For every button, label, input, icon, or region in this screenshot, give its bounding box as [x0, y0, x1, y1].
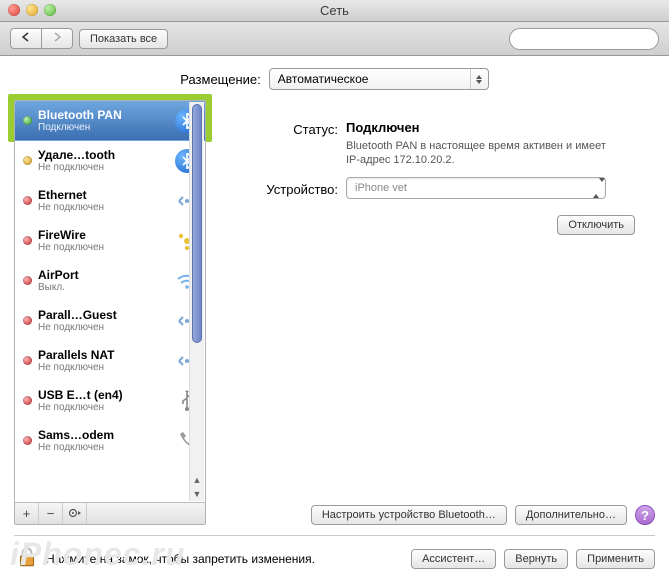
status-dot-icon	[23, 156, 32, 165]
sidebar-item[interactable]: USB E…t (en4)Не подключен	[15, 381, 205, 421]
sidebar-item[interactable]: Parallels NATНе подключен	[15, 341, 205, 381]
content: Размещение: Автоматическое Bluetooth PAN…	[0, 56, 669, 579]
titlebar: Сеть	[0, 0, 669, 22]
sidebar-item[interactable]: Sams…odemНе подключен	[15, 421, 205, 461]
interface-name: Bluetooth PAN	[38, 109, 169, 122]
advanced-button[interactable]: Дополнительно…	[515, 505, 627, 525]
interface-name: Parall…Guest	[38, 309, 169, 322]
device-value: iPhone vet	[355, 182, 407, 194]
interface-status: Не подключен	[38, 402, 169, 413]
status-dot-icon	[23, 236, 32, 245]
interface-name: Ethernet	[38, 189, 169, 202]
interface-name: Sams…odem	[38, 429, 169, 442]
main-area: Bluetooth PANПодключенУдале…toothНе подк…	[14, 100, 655, 525]
lock-text: Нажмите на замок, чтобы запретить измене…	[46, 552, 315, 566]
configure-bluetooth-button[interactable]: Настроить устройство Bluetooth…	[311, 505, 507, 525]
sidebar-item[interactable]: Удале…toothНе подключен	[15, 141, 205, 181]
nav-segment	[10, 28, 73, 49]
interface-status: Не подключен	[38, 442, 169, 453]
status-dot-icon	[23, 116, 32, 125]
chevron-updown-icon	[593, 182, 605, 194]
lock-row: Нажмите на замок, чтобы запретить измене…	[14, 544, 655, 573]
sidebar-wrap: Bluetooth PANПодключенУдале…toothНе подк…	[14, 100, 206, 525]
assistant-button[interactable]: Ассистент…	[411, 549, 496, 569]
interface-name: Parallels NAT	[38, 349, 169, 362]
help-button[interactable]: ?	[635, 505, 655, 525]
interface-name: Удале…tooth	[38, 149, 169, 162]
interface-name: FireWire	[38, 229, 169, 242]
search-input[interactable]	[520, 33, 662, 45]
scrollbar-up[interactable]: ▲	[190, 473, 204, 487]
status-dot-icon	[23, 276, 32, 285]
status-label: Статус:	[218, 120, 338, 137]
window-controls	[8, 4, 56, 16]
status-dot-icon	[23, 436, 32, 445]
status-dot-icon	[23, 356, 32, 365]
device-label: Устройство:	[218, 180, 338, 197]
sidebar-tools: + −	[15, 502, 205, 524]
interface-sidebar: Bluetooth PANПодключенУдале…toothНе подк…	[14, 100, 206, 525]
lock-icon[interactable]	[14, 544, 40, 573]
divider	[14, 535, 655, 536]
status-dot-icon	[23, 396, 32, 405]
sidebar-item[interactable]: EthernetНе подключен	[15, 181, 205, 221]
interface-status: Не подключен	[38, 362, 169, 373]
interface-status: Подключен	[38, 122, 169, 133]
scrollbar-down[interactable]: ▼	[190, 487, 204, 501]
detail-pane: Статус: Подключен Bluetooth PAN в настоя…	[218, 100, 655, 525]
interface-status: Не подключен	[38, 162, 169, 173]
status-description: Bluetooth PAN в настоящее время активен …	[346, 139, 606, 167]
interface-status: Не подключен	[38, 322, 169, 333]
status-dot-icon	[23, 196, 32, 205]
revert-button[interactable]: Вернуть	[504, 549, 568, 569]
interface-status: Не подключен	[38, 242, 169, 253]
status-row: Статус: Подключен Bluetooth PAN в настоя…	[218, 120, 655, 167]
minimize-window-button[interactable]	[26, 4, 38, 16]
remove-interface-button[interactable]: −	[39, 503, 63, 524]
interface-actions-button[interactable]	[63, 503, 87, 524]
add-interface-button[interactable]: +	[15, 503, 39, 524]
back-button[interactable]	[10, 28, 41, 49]
location-row: Размещение: Автоматическое	[14, 68, 655, 90]
interface-name: AirPort	[38, 269, 169, 282]
toolbar: Показать все	[0, 22, 669, 56]
device-select[interactable]: iPhone vet	[346, 177, 606, 199]
forward-button[interactable]	[41, 28, 73, 49]
detail-bottom-buttons: Настроить устройство Bluetooth… Дополнит…	[218, 497, 655, 525]
device-row: Устройство: iPhone vet	[218, 177, 655, 199]
sidebar-item[interactable]: AirPortВыкл.	[15, 261, 205, 301]
interface-status: Не подключен	[38, 202, 169, 213]
location-label: Размещение:	[180, 72, 261, 87]
show-all-button[interactable]: Показать все	[79, 29, 168, 49]
scrollbar-thumb[interactable]	[192, 104, 202, 343]
apply-button[interactable]: Применить	[576, 549, 655, 569]
interface-list[interactable]: Bluetooth PANПодключенУдале…toothНе подк…	[15, 101, 205, 502]
interface-name: USB E…t (en4)	[38, 389, 169, 402]
disconnect-button[interactable]: Отключить	[557, 215, 635, 235]
search-field[interactable]	[509, 28, 659, 50]
window-title: Сеть	[320, 3, 349, 18]
status-value: Подключен	[346, 120, 655, 135]
status-dot-icon	[23, 316, 32, 325]
sidebar-item[interactable]: FireWireНе подключен	[15, 221, 205, 261]
zoom-window-button[interactable]	[44, 4, 56, 16]
location-value: Автоматическое	[278, 72, 369, 86]
scrollbar[interactable]: ▲ ▼	[189, 102, 204, 501]
interface-status: Выкл.	[38, 282, 169, 293]
chevron-updown-icon	[470, 69, 488, 89]
location-select[interactable]: Автоматическое	[269, 68, 489, 90]
close-window-button[interactable]	[8, 4, 20, 16]
sidebar-item[interactable]: Parall…GuestНе подключен	[15, 301, 205, 341]
network-prefs-window: Сеть Показать все Размещение: Автоматиче…	[0, 0, 669, 579]
sidebar-item[interactable]: Bluetooth PANПодключен	[15, 101, 205, 141]
